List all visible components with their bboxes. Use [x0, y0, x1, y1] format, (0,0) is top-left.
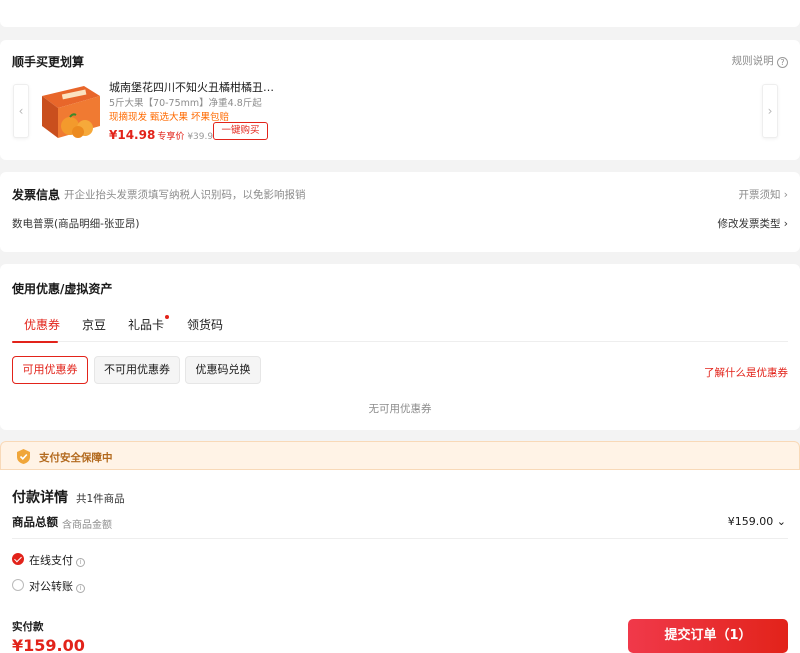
divider — [12, 538, 788, 539]
product-name[interactable]: 城南堡花四川不知火丑橘柑橘丑… — [109, 79, 279, 95]
invoice-notice-label: 开票须知 — [738, 189, 781, 201]
redeem-code-button[interactable]: 优惠码兑换 — [185, 356, 261, 384]
carousel-prev-button[interactable]: ‹ — [13, 84, 29, 138]
empty-coupon-text: 无可用优惠券 — [368, 403, 432, 415]
buy-more-title: 顺手买更划算 — [12, 55, 85, 69]
rule-label: 规则说明 — [731, 55, 774, 67]
submit-order-button[interactable]: 提交订单（1） — [628, 619, 788, 653]
chevron-down-icon: ⌄ — [776, 515, 786, 528]
product-image[interactable] — [40, 82, 102, 140]
corporate-transfer-text: 对公转账 — [29, 580, 73, 593]
online-payment-label: 在线支付 i — [29, 552, 85, 568]
goods-total-value[interactable]: ¥159.00 ⌄ — [728, 515, 786, 528]
one-click-buy-button[interactable]: 一键购买 — [213, 122, 268, 140]
info-icon[interactable]: i — [76, 584, 85, 593]
tab-claim-code[interactable]: 领货码 — [187, 316, 223, 333]
actual-payment-label: 实付款 — [12, 621, 44, 633]
coupon-tabs: 优惠券 京豆 礼品卡 领货码 — [12, 315, 788, 343]
shield-icon — [17, 449, 30, 464]
invoice-title: 发票信息 — [12, 188, 61, 202]
original-price: ¥39.9 — [187, 132, 214, 142]
unavailable-coupons-button[interactable]: 不可用优惠券 — [94, 356, 180, 384]
goods-total-label: 商品总额 — [12, 515, 58, 529]
coupon-title: 使用优惠/虚拟资产 — [12, 282, 113, 296]
tab-gift-card[interactable]: 礼品卡 — [128, 315, 170, 333]
top-card — [0, 0, 800, 27]
what-is-coupon-link[interactable]: 了解什么是优惠券 — [704, 365, 788, 380]
radio-unchecked-icon[interactable] — [12, 579, 24, 591]
online-payment-text: 在线支付 — [29, 554, 73, 567]
tab-jingdou[interactable]: 京豆 — [82, 316, 106, 333]
product-price-row: ¥14.98 专享价 ¥39.9 — [109, 124, 213, 143]
invoice-card: 发票信息 开企业抬头发票须填写纳税人识别码，以免影响报销 开票须知 › 数电普票… — [0, 172, 800, 252]
invoice-type: 数电普票(商品明细-张亚昂) — [12, 218, 140, 230]
product-price: ¥14.98 — [109, 128, 156, 142]
invoice-notice-link[interactable]: 开票须知 › — [738, 187, 788, 202]
product-tags: 现摘现发 甄选大果 坏果包赔 — [109, 112, 230, 123]
payment-detail-title: 付款详情 — [12, 490, 68, 506]
info-icon[interactable]: i — [76, 558, 85, 567]
modify-invoice-link[interactable]: 修改发票类型 › — [717, 216, 788, 231]
invoice-hint: 开企业抬头发票须填写纳税人识别码，以免影响报销 — [64, 189, 306, 201]
payment-card: 支付安全保障中 付款详情 共1件商品 商品总额 含商品金额 ¥159.00 ⌄ … — [0, 441, 800, 653]
corporate-transfer-label: 对公转账 i — [29, 578, 85, 594]
tab-coupon[interactable]: 优惠券 — [24, 316, 60, 333]
question-icon: ? — [777, 57, 788, 68]
modify-invoice-label: 修改发票类型 — [717, 218, 781, 230]
item-count: 共1件商品 — [76, 493, 125, 505]
notification-dot — [165, 315, 170, 319]
actual-payment-amount: ¥159.00 — [12, 636, 85, 653]
safe-payment-banner: 支付安全保障中 — [0, 441, 800, 470]
carousel-next-button[interactable]: › — [762, 84, 778, 138]
radio-checked-icon[interactable] — [12, 553, 24, 565]
price-label: 专享价 — [157, 132, 185, 142]
available-coupons-button[interactable]: 可用优惠券 — [12, 356, 88, 384]
chevron-right-icon: › — [783, 189, 788, 201]
tab-gift-card-label: 礼品卡 — [128, 318, 165, 332]
product-spec: 5斤大果【70-75mm】净重4.8斤起 — [109, 98, 262, 109]
goods-total-sub: 含商品金额 — [62, 520, 112, 531]
active-tab-indicator — [12, 341, 58, 343]
goods-total-amount: ¥159.00 — [727, 515, 774, 528]
rule-link[interactable]: 规则说明 ? — [732, 53, 788, 68]
coupon-card: 使用优惠/虚拟资产 优惠券 京豆 礼品卡 领货码 可用优惠券 不可用优惠券 优惠… — [0, 264, 800, 430]
safe-payment-text: 支付安全保障中 — [39, 452, 113, 464]
chevron-right-icon: › — [783, 218, 788, 230]
